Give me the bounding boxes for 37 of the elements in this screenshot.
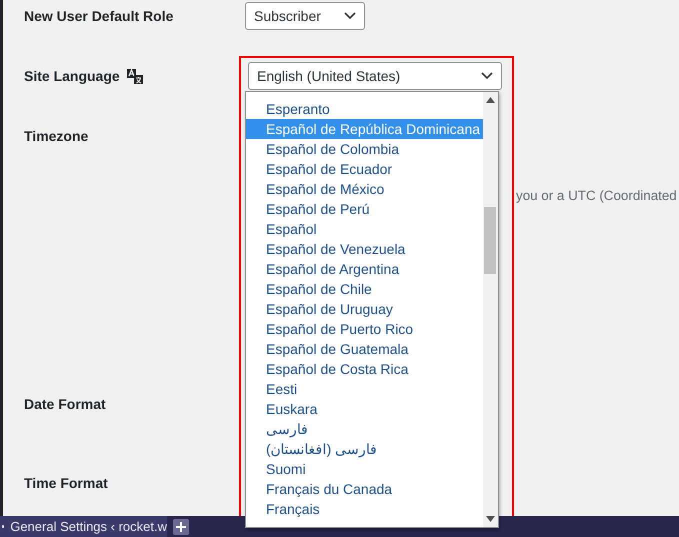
chevron-icon [344,12,356,20]
language-option[interactable]: Español de Guatemala [246,339,483,359]
new-tab-icon[interactable] [173,518,189,534]
setting-label: Time Format [24,475,108,491]
scroll-down-icon[interactable] [486,516,495,522]
timezone-description: you or a UTC (Coordinated [516,188,677,202]
translate-icon [126,67,144,85]
language-option[interactable]: فارسی [246,419,483,439]
language-option[interactable]: فارسی (افغانستان) [246,439,483,459]
setting-label: Site Language [24,68,120,84]
setting-label: Timezone [24,128,88,144]
language-option[interactable]: Eesti [246,379,483,399]
language-option[interactable]: Español de Venezuela [246,239,483,259]
setting-label: Date Format [24,396,106,412]
scroll-up-icon[interactable] [486,97,495,103]
language-option[interactable]: Español de Perú [246,199,483,219]
language-option[interactable]: Esperanto [246,99,483,119]
scrollbar-thumb[interactable] [484,207,496,274]
language-option[interactable]: Suomi [246,459,483,479]
scrollbar[interactable] [483,92,498,527]
language-option[interactable]: Español de México [246,179,483,199]
language-option[interactable]: Euskara [246,399,483,419]
language-option[interactable]: Français [246,499,483,519]
language-select[interactable]: English (United States) [248,62,502,90]
chevron-icon [481,72,493,80]
role-select[interactable]: Subscriber [245,2,365,30]
language-option[interactable]: Español [246,219,483,239]
language-option[interactable]: Español de Ecuador [246,159,483,179]
language-option[interactable]: Español de Costa Rica [246,359,483,379]
language-option[interactable]: Español de Colombia [246,139,483,159]
language-option[interactable]: Español de Puerto Rico [246,319,483,339]
language-option[interactable]: Español de Argentina [246,259,483,279]
language-option[interactable]: Español de Uruguay [246,299,483,319]
language-option[interactable]: Español de Chile [246,279,483,299]
setting-label: New User Default Role [24,8,174,24]
language-option[interactable]: Français du Canada [246,479,483,499]
browser-tab[interactable]: General Settings ‹ rocket.w [0,516,167,537]
